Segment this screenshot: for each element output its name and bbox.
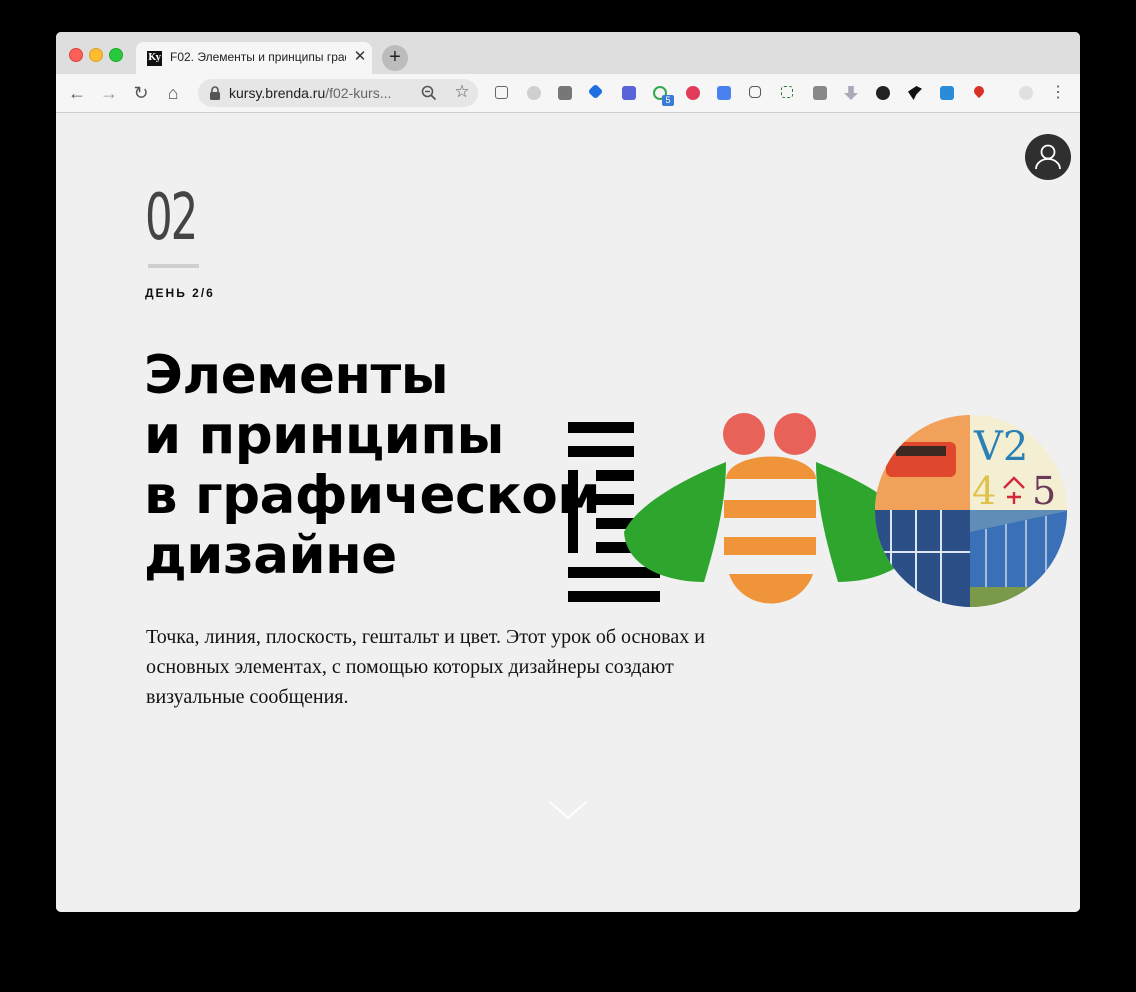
minimize-window-button[interactable] <box>89 48 103 62</box>
browser-menu-icon[interactable]: ⋮ <box>1050 82 1066 104</box>
extension-download-icon[interactable] <box>558 86 572 100</box>
lesson-title: Элементы и принципы в графическом дизайн… <box>144 346 624 586</box>
address-bar[interactable]: kursy.brenda.ru/f02-kurs... ☆ <box>198 79 478 107</box>
lesson-number: 02 <box>145 181 198 255</box>
browser-window: Ky F02. Элементы и принципы графического… <box>56 32 1080 912</box>
lesson-illustration: V2 4 5 <box>568 413 1067 607</box>
extension-moon-icon[interactable] <box>527 86 541 100</box>
lock-icon <box>210 86 220 100</box>
browser-toolbar: ← → ↻ ⌂ kursy.brenda.ru/f02-kurs... ☆ 5 <box>56 74 1080 113</box>
tab-title: F02. Элементы и принципы графического ди… <box>170 50 346 64</box>
map-pin-icon[interactable] <box>971 83 987 99</box>
user-icon <box>1035 144 1061 170</box>
scroll-down-chevron-icon[interactable] <box>548 799 588 821</box>
collage-text-5: 5 <box>1032 469 1056 513</box>
extension-grid-icon[interactable] <box>495 86 508 99</box>
screenshot-frame-icon[interactable] <box>781 86 793 98</box>
lesson-title-line-2: и принципы <box>144 405 504 466</box>
extension-red-icon[interactable] <box>686 86 700 100</box>
photo-collage-graphic: V2 4 5 <box>875 415 1067 607</box>
extension-save-icon[interactable] <box>876 86 890 100</box>
reload-icon[interactable]: ↻ <box>129 81 153 105</box>
lesson-number-underline <box>148 264 199 268</box>
extension-shield-icon[interactable] <box>622 86 636 100</box>
tab-strip: Ky F02. Элементы и принципы графического… <box>56 32 1080 74</box>
lesson-description: Точка, линия, плоскость, гештальт и цвет… <box>146 626 705 708</box>
bookmark-star-icon[interactable]: ☆ <box>452 82 472 102</box>
site-favicon-icon: Ky <box>147 51 162 66</box>
extension-arrow-down-icon[interactable] <box>844 86 858 100</box>
close-window-button[interactable] <box>69 48 83 62</box>
profile-toolbar-icon[interactable] <box>1019 86 1033 100</box>
day-progress-label: ДЕНЬ 2/6 <box>145 286 215 300</box>
home-icon[interactable]: ⌂ <box>161 81 185 105</box>
forward-arrow-icon[interactable]: → <box>97 81 121 105</box>
url-text[interactable]: kursy.brenda.ru/f02-kurs... <box>229 85 411 101</box>
dropbox-icon[interactable] <box>587 83 604 100</box>
tab-close-icon[interactable]: ✕ <box>352 49 368 65</box>
extension-wave-icon[interactable] <box>940 86 954 100</box>
extension-badge: 5 <box>662 95 674 106</box>
maximize-window-button[interactable] <box>109 48 123 62</box>
user-account-button[interactable] <box>1025 134 1071 180</box>
bee-graphic <box>624 413 918 604</box>
translate-icon[interactable] <box>717 86 731 100</box>
url-host: kursy.brenda.ru <box>229 85 326 101</box>
collage-text-v2: V2 <box>973 424 1028 470</box>
back-arrow-icon[interactable]: ← <box>65 81 89 105</box>
extension-bird-icon[interactable] <box>908 86 922 100</box>
pocket-icon[interactable] <box>749 86 761 98</box>
new-tab-button[interactable]: + <box>382 45 408 71</box>
page-content: 02 ДЕНЬ 2/6 V2 4 5 Элементы и принципы в… <box>56 113 1080 912</box>
lesson-title-line-3: в графическом <box>144 465 601 526</box>
camera-icon[interactable] <box>813 86 827 100</box>
browser-tab-active[interactable]: Ky F02. Элементы и принципы графического… <box>136 42 372 74</box>
lesson-title-line-4: дизайне <box>144 525 397 586</box>
zoom-out-icon[interactable] <box>420 84 438 102</box>
lesson-title-line-1: Элементы <box>144 345 449 406</box>
collage-text-4: 4 <box>972 469 996 513</box>
url-path: /f02-kurs... <box>325 85 392 101</box>
